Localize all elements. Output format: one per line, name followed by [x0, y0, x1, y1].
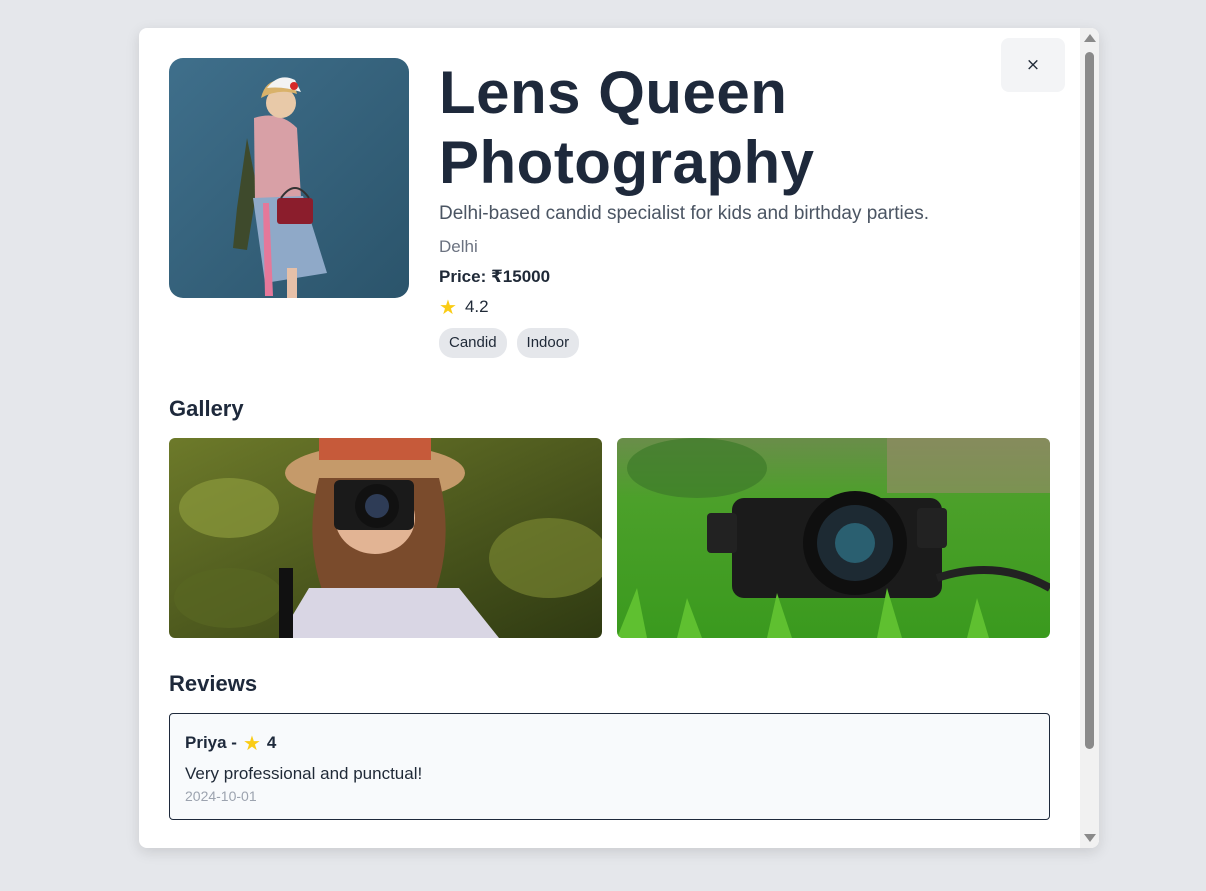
modal-content: Lens Queen Photography Delhi-based candi…: [139, 28, 1080, 848]
gallery-image-2[interactable]: [617, 438, 1050, 638]
photographer-price: Price: ₹15000: [439, 267, 551, 286]
review-card: Priya - ★ 4 Very professional and punctu…: [169, 713, 1050, 820]
photographer-city: Delhi: [439, 237, 478, 256]
profile-photo: [169, 58, 409, 298]
gallery-image-1[interactable]: [169, 438, 602, 638]
rating-value: 4.2: [464, 297, 489, 316]
review-text: Very professional and punctual!: [185, 764, 423, 783]
scroll-up-icon[interactable]: [1084, 34, 1096, 42]
photographer-rating: ★ 4.2: [439, 296, 979, 318]
review-rating: 4: [266, 733, 277, 752]
photographer-name: Lens Queen Photography: [439, 59, 815, 196]
review-date: 2024-10-01: [185, 788, 257, 804]
close-button[interactable]: ×: [1001, 38, 1065, 92]
profile-info: Lens Queen Photography Delhi-based candi…: [439, 58, 979, 358]
gallery-heading: Gallery: [169, 396, 244, 421]
scroll-down-icon[interactable]: [1084, 834, 1096, 842]
tag-indoor: Indoor: [516, 328, 580, 358]
photographer-description: Delhi-based candid specialist for kids a…: [439, 203, 930, 224]
star-icon: ★: [439, 295, 457, 319]
photographer-detail-modal: Lens Queen Photography Delhi-based candi…: [139, 28, 1099, 848]
review-author: Priya -: [185, 733, 237, 752]
reviews-heading: Reviews: [169, 671, 258, 696]
scrollbar-thumb[interactable]: [1085, 52, 1094, 749]
scrollbar[interactable]: [1080, 28, 1099, 848]
tag-list: Candid Indoor: [439, 328, 979, 358]
star-icon: ★: [242, 731, 261, 755]
close-icon: ×: [1025, 55, 1041, 75]
review-header: Priya - ★ 4: [185, 732, 1034, 754]
tag-candid: Candid: [439, 328, 507, 358]
